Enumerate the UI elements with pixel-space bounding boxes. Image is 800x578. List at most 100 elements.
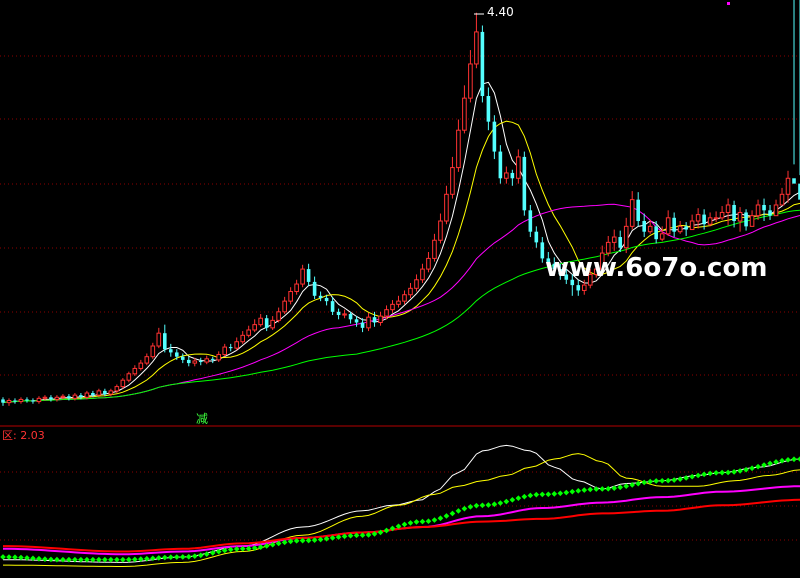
candle-body [282,300,287,313]
candle-body [36,397,42,403]
candle-body [414,279,419,289]
candle-body [504,172,509,179]
candle-body [276,311,281,321]
candle-body [647,225,653,233]
candle-body [684,226,688,230]
candle-body [522,156,527,211]
candle-body [252,324,257,331]
candle-body [689,220,695,231]
candle-body [456,129,461,169]
candle-body [672,217,676,232]
candle-body [96,390,102,396]
candle-body [168,349,173,353]
candle-body [234,341,240,349]
candle-body [312,281,317,296]
candle-body [792,178,796,184]
candle-body [216,354,222,361]
candle-body [264,318,269,328]
candle-body [444,193,449,222]
candle-body [510,172,515,179]
candle-body [486,96,491,122]
candle-body [240,334,245,343]
candle-body [228,347,233,349]
candle-body [462,97,467,131]
candle-body [258,317,263,326]
candle-body [768,210,772,216]
candle-body [42,396,48,399]
candle-body [737,211,743,222]
candle-body [677,225,683,233]
candle-body [420,268,425,281]
candle-body [132,367,138,375]
candle-body [402,294,407,302]
candle-body [534,231,539,243]
candle-body [605,241,611,254]
candle-body [372,317,377,323]
candle-body [450,167,455,195]
candle-body [84,392,90,398]
candle-body [192,360,198,364]
candle-body [31,400,35,402]
candle-body [642,221,646,232]
candle-body [336,311,341,316]
candle-body [138,362,144,369]
candle-body [468,63,473,99]
candle-body [762,204,766,211]
candle-body [294,283,299,293]
candle-body [785,177,791,195]
candle-body [384,309,389,317]
candle-body [581,284,587,291]
marker-dot [727,2,730,5]
candle-body [540,242,545,259]
candle-body [480,31,485,97]
candle-body [180,356,185,360]
candle-body [378,315,383,324]
candle-body [270,319,275,329]
candle-body [629,199,635,227]
candle-body [1,399,5,403]
candle-body [426,257,431,270]
candle-body [654,226,658,240]
candle-body [186,359,191,364]
candle-body [732,204,736,222]
candle-body [13,400,17,402]
stock-chart: 4.40 减 区: 2.03 www.6o7o.com [0,0,800,578]
candle-body [695,214,701,222]
candle-body [6,399,12,404]
candle-body [198,360,203,363]
candle-body [210,358,215,360]
candle-body [174,352,179,357]
candle-body [498,151,503,179]
candle-body [432,239,437,259]
candle-body [576,285,581,291]
candle-body [120,379,126,388]
candle-body [246,329,251,336]
candle-body [713,217,719,220]
candle-body [342,313,347,316]
candle-body [516,156,521,179]
candle-body [324,297,329,302]
candle-body [306,269,311,282]
candle-body [749,215,755,227]
chart-background [0,0,800,578]
candle-body [72,394,78,399]
candle-body [611,236,617,243]
candle-body [25,399,29,401]
candle-body [636,199,640,222]
candle-body [330,301,335,312]
candle-body [300,268,305,285]
candle-body [744,212,748,227]
candle-body [91,393,95,396]
candle-body [108,390,114,395]
candle-body [360,322,365,328]
candle-body [366,316,371,329]
candle-body [408,287,413,296]
candle-body [126,373,132,381]
candle-body [348,313,353,320]
candle-body [492,121,497,152]
candle-body [755,204,761,217]
candle-body [707,217,713,225]
candle-body [719,211,725,219]
candle-body [54,396,60,400]
candle-body [204,358,210,363]
